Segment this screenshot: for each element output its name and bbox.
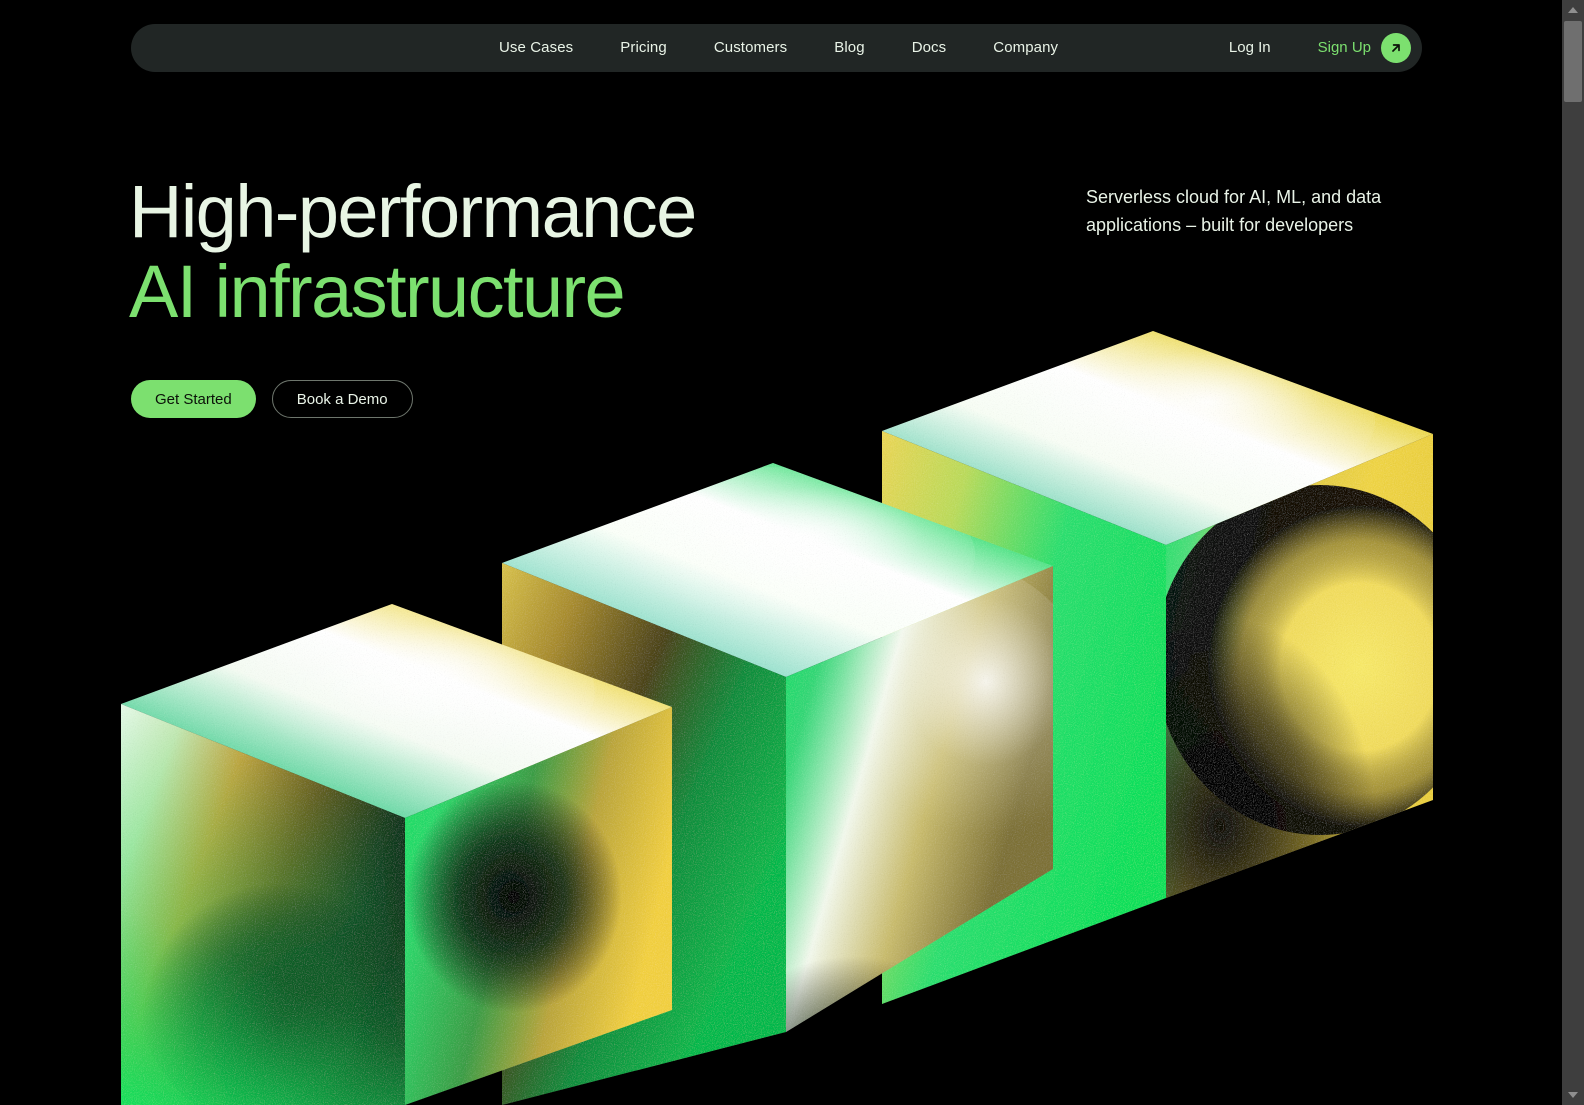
nav-link-pricing[interactable]: Pricing (620, 24, 667, 72)
triangle-down-icon[interactable] (1562, 1085, 1584, 1105)
browser-page: Use Cases Pricing Customers Blog Docs Co… (0, 0, 1584, 1105)
hero-cta-group: Get Started Book a Demo (131, 380, 413, 418)
nav-account-group: Log In Sign Up (1229, 24, 1411, 72)
headline-line-primary: High-performance (129, 170, 697, 253)
headline-line-accent: AI infrastructure (129, 250, 626, 333)
hero-tagline: Serverless cloud for AI, ML, and data ap… (1086, 187, 1382, 235)
triangle-down-glyph (1568, 1092, 1578, 1098)
main-navigation-bar: Use Cases Pricing Customers Blog Docs Co… (131, 24, 1422, 72)
book-a-demo-button[interactable]: Book a Demo (271, 380, 413, 418)
triangle-up-icon[interactable] (1562, 0, 1584, 20)
nav-link-use-cases[interactable]: Use Cases (499, 24, 573, 72)
arrow-up-right-icon[interactable] (1381, 33, 1411, 63)
page-viewport: Use Cases Pricing Customers Blog Docs Co… (0, 0, 1562, 1105)
vertical-scrollbar[interactable] (1562, 0, 1584, 1105)
get-started-button[interactable]: Get Started (131, 380, 256, 418)
nav-link-customers[interactable]: Customers (714, 24, 787, 72)
triangle-up-glyph (1568, 7, 1578, 13)
nav-link-company[interactable]: Company (993, 24, 1058, 72)
isometric-cubes-artwork (0, 0, 1562, 1105)
nav-link-blog[interactable]: Blog (834, 24, 864, 72)
nav-links-group: Use Cases Pricing Customers Blog Docs Co… (499, 24, 1058, 72)
login-link[interactable]: Log In (1229, 24, 1271, 72)
scrollbar-thumb[interactable] (1564, 21, 1582, 102)
hero-headline: High-performance AI infrastructure (129, 170, 697, 333)
nav-link-docs[interactable]: Docs (912, 24, 947, 72)
signup-link[interactable]: Sign Up (1318, 24, 1371, 72)
